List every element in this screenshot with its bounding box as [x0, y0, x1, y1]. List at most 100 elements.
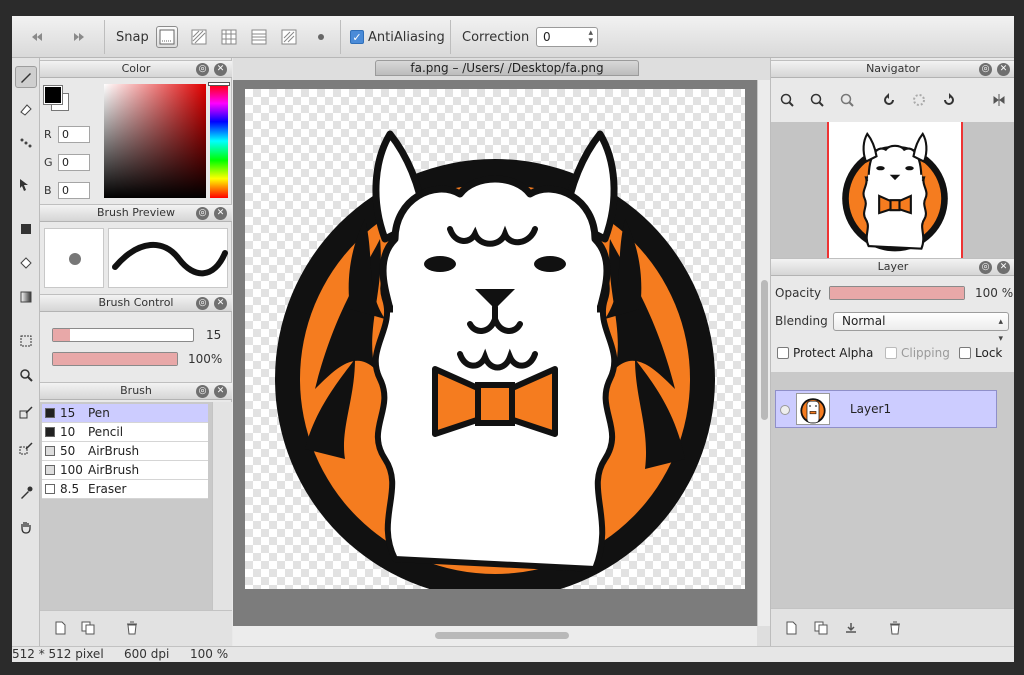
antialiasing-toggle[interactable]: ✓ AntiAliasing [350, 26, 445, 48]
horizontal-scroll-thumb[interactable] [435, 632, 569, 639]
document-view[interactable] [233, 80, 757, 626]
canvas[interactable] [245, 89, 745, 599]
layer-opacity-value: 100 % [975, 286, 1014, 300]
snap-grid-button[interactable] [218, 26, 240, 48]
brush-item-airbrush[interactable]: 50 AirBrush [42, 442, 208, 461]
brush-item-pen[interactable]: 15 Pen [42, 404, 208, 423]
panel-menu-icon[interactable]: ◎ [196, 297, 209, 310]
hue-handle[interactable] [208, 82, 230, 86]
document-tab[interactable]: fa.png – /Users/ /Desktop/fa.png [375, 60, 639, 76]
r-input[interactable]: 0 [58, 126, 90, 143]
flip-button[interactable] [989, 90, 1009, 110]
horizontal-scrollbar[interactable] [233, 626, 757, 646]
undo-icon [32, 33, 42, 41]
redo-button[interactable] [68, 26, 90, 48]
gradient-tool[interactable] [15, 286, 37, 308]
snap-point-button[interactable] [310, 26, 332, 48]
brush-opacity-value: 100% [188, 352, 223, 366]
close-icon[interactable]: ✕ [997, 261, 1010, 274]
layer-thumbnail [796, 393, 830, 425]
g-input[interactable]: 0 [58, 154, 90, 171]
delete-layer-button[interactable] [887, 620, 903, 636]
zoom-out-button[interactable] [807, 90, 827, 110]
reset-rotation-button[interactable] [909, 90, 929, 110]
hue-slider[interactable] [210, 84, 228, 198]
panel-menu-icon[interactable]: ◎ [979, 261, 992, 274]
dot-pen-tool[interactable] [15, 132, 37, 154]
snap-horizontal-button[interactable] [248, 26, 270, 48]
actual-size-button[interactable] [837, 90, 857, 110]
layer-item[interactable]: Layer1 [775, 390, 997, 428]
radial-lines-icon [281, 29, 297, 45]
zoom-tool[interactable] [15, 364, 37, 386]
rotate-right-button[interactable] [939, 90, 959, 110]
close-icon[interactable]: ✕ [214, 207, 227, 220]
snap-parallel-button[interactable] [188, 26, 210, 48]
navigator-thumbnail[interactable] [827, 122, 963, 258]
brush-item-eraser[interactable]: 8.5 Eraser [42, 480, 208, 499]
protect-alpha-option[interactable]: Protect Alpha [777, 346, 873, 360]
saturation-value-picker[interactable] [104, 84, 206, 198]
brush-list-scrollbar[interactable] [212, 402, 232, 610]
layer-panel-title: Layer [877, 260, 909, 273]
lock-option[interactable]: Lock [959, 346, 1002, 360]
rotate-left-button[interactable] [879, 90, 899, 110]
close-icon[interactable]: ✕ [214, 385, 227, 398]
brush-swatch [45, 484, 55, 494]
panel-menu-icon[interactable]: ◎ [196, 63, 209, 76]
visibility-toggle-icon[interactable] [780, 405, 790, 415]
new-layer-button[interactable] [783, 620, 799, 636]
blending-select[interactable]: Normal ▴ ▾ [833, 312, 1009, 344]
close-icon[interactable]: ✕ [214, 63, 227, 76]
brush-size-slider[interactable] [52, 328, 194, 342]
move-tool[interactable] [15, 174, 37, 196]
brush-name: AirBrush [88, 444, 140, 458]
brush-panel-title: Brush [120, 384, 152, 397]
correction-stepper[interactable]: 0 ▴ ▾ [536, 26, 598, 48]
transform-tool[interactable] [15, 402, 37, 424]
zoom-actual-icon [840, 93, 854, 107]
b-input[interactable]: 0 [58, 182, 90, 199]
brush-item-airbrush-large[interactable]: 100 AirBrush [42, 461, 208, 480]
brush-opacity-slider[interactable] [52, 352, 178, 366]
vertical-scroll-thumb[interactable] [761, 280, 768, 420]
new-brush-button[interactable] [52, 620, 68, 636]
brush-size: 100 [60, 463, 83, 477]
select-rect-tool[interactable] [15, 330, 37, 352]
protect-alpha-checkbox[interactable] [777, 347, 789, 359]
foreground-color-swatch[interactable] [43, 85, 63, 105]
stepper-arrows-icon[interactable]: ▴ ▾ [588, 29, 593, 46]
r-label: R [44, 128, 52, 141]
close-icon[interactable]: ✕ [214, 297, 227, 310]
close-icon[interactable]: ✕ [997, 63, 1010, 76]
delete-brush-button[interactable] [124, 620, 140, 636]
brush-name: Eraser [88, 482, 127, 496]
panel-menu-icon[interactable]: ◎ [979, 63, 992, 76]
lock-checkbox[interactable] [959, 347, 971, 359]
pen-tool[interactable] [15, 66, 37, 88]
eraser-tool[interactable] [15, 98, 37, 120]
selection-pen-tool[interactable] [15, 438, 37, 460]
antialiasing-checkbox[interactable]: ✓ [350, 30, 364, 44]
brush-opacity-fill [53, 353, 177, 365]
vertical-scrollbar[interactable] [757, 80, 770, 626]
zoom-in-button[interactable] [777, 90, 797, 110]
snap-radial-button[interactable] [278, 26, 300, 48]
copy-icon [81, 621, 95, 635]
panel-menu-icon[interactable]: ◎ [196, 207, 209, 220]
bucket-tool[interactable] [15, 252, 37, 274]
duplicate-layer-button[interactable] [813, 620, 829, 636]
layer-opacity-slider[interactable] [829, 286, 965, 300]
brush-size: 50 [60, 444, 76, 458]
clipping-option[interactable]: Clipping [885, 346, 950, 360]
undo-button[interactable] [26, 26, 48, 48]
hand-tool[interactable] [15, 516, 37, 538]
fill-rect-tool[interactable] [15, 218, 37, 240]
copy-brush-button[interactable] [80, 620, 96, 636]
eyedropper-tool[interactable] [15, 482, 37, 504]
clipping-checkbox[interactable] [885, 347, 897, 359]
snap-off-button[interactable] [156, 26, 178, 48]
brush-item-pencil[interactable]: 10 Pencil [42, 423, 208, 442]
panel-menu-icon[interactable]: ◎ [196, 385, 209, 398]
merge-layer-button[interactable] [843, 620, 859, 636]
